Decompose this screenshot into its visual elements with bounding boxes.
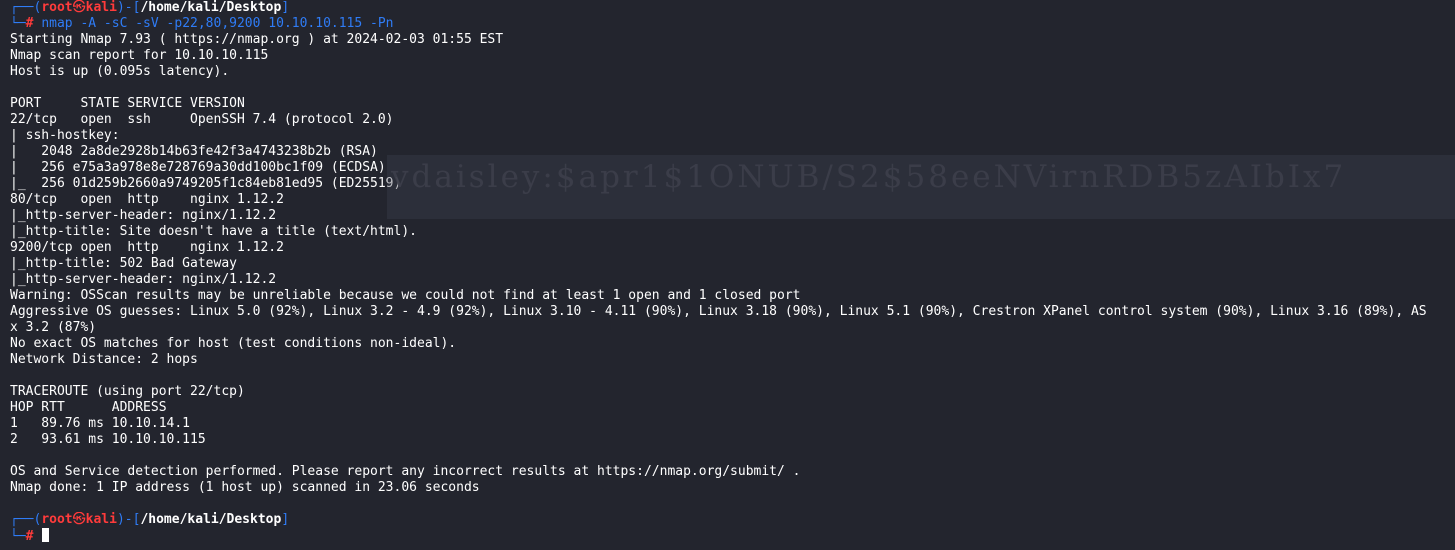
output-line: TRACEROUTE (using port 22/tcp) [10, 384, 245, 399]
prompt-host: kali [85, 512, 117, 527]
prompt-frame: ┌──( [10, 0, 42, 15]
output-line: Warning: OSScan results may be unreliabl… [10, 288, 801, 303]
prompt-frame: ] [281, 0, 290, 15]
prompt-symbol: # [25, 529, 34, 544]
prompt-cwd: /home/kali/Desktop [140, 512, 282, 527]
prompt-frame: )-[ [116, 0, 141, 15]
output-line: 9200/tcp open http nginx 1.12.2 [10, 240, 284, 255]
prompt-line-top: ┌──(root㉿kali)-[/home/kali/Desktop] [10, 512, 1455, 528]
prompt-symbol: # [25, 16, 34, 31]
prompt-user: root [41, 512, 73, 527]
prompt-frame: ┌──( [10, 512, 42, 527]
terminal-window[interactable]: ┌──(root㉿kali)-[/home/kali/Desktop] └─# … [0, 0, 1455, 550]
prompt-line-top: ┌──(root㉿kali)-[/home/kali/Desktop] [10, 0, 1455, 16]
output-line: |_http-server-header: nginx/1.12.2 [10, 272, 277, 287]
output-line: Starting Nmap 7.93 ( https://nmap.org ) … [10, 32, 504, 47]
output-line: Nmap done: 1 IP address (1 host up) scan… [10, 480, 480, 495]
output-line: Host is up (0.095s latency). [10, 64, 230, 79]
prompt-cwd: /home/kali/Desktop [140, 0, 282, 15]
output-line: | ssh-hostkey: [10, 128, 128, 143]
output-line: HOP RTT ADDRESS [10, 400, 167, 415]
output-line: Nmap scan report for 10.10.10.115 [10, 48, 269, 63]
output-line: |_http-title: 502 Bad Gateway [10, 256, 237, 271]
output-line: 2 93.61 ms 10.10.10.115 [10, 432, 206, 447]
prompt-frame: └─ [10, 16, 26, 31]
prompt-frame: )-[ [116, 512, 141, 527]
terminal-output: ┌──(root㉿kali)-[/home/kali/Desktop] └─# … [10, 0, 1455, 544]
prompt-user: root [41, 0, 73, 15]
output-line: 22/tcp open ssh OpenSSH 7.4 (protocol 2.… [10, 112, 394, 127]
command-line: └─# nmap -A -sC -sV -p22,80,9200 10.10.1… [10, 16, 1455, 32]
output-line: PORT STATE SERVICE VERSION [10, 96, 245, 111]
overlay-banner: vdaisley:$apr1$1ONUB/S2$58eeNVirnRDB5zAI… [387, 155, 1455, 219]
command-text[interactable]: nmap -A -sC -sV -p22,80,9200 10.10.10.11… [41, 16, 393, 31]
overlay-hash-text: vdaisley:$apr1$1ONUB/S2$58eeNVirnRDB5zAI… [391, 159, 1347, 195]
output-line: Network Distance: 2 hops [10, 352, 198, 367]
output-line: x 3.2 (87%) [10, 320, 97, 335]
prompt-frame: ] [281, 512, 290, 527]
text-cursor[interactable] [42, 528, 50, 542]
prompt-frame: └─ [10, 529, 26, 544]
output-line: No exact OS matches for host (test condi… [10, 336, 457, 351]
skull-icon: ㉿ [72, 0, 86, 15]
skull-icon: ㉿ [72, 512, 86, 527]
output-line: OS and Service detection performed. Plea… [10, 464, 801, 479]
output-line: 1 89.76 ms 10.10.14.1 [10, 416, 191, 431]
output-line: |_http-title: Site doesn't have a title … [10, 224, 417, 239]
active-command-line[interactable]: └─# [10, 528, 1455, 544]
output-line: Aggressive OS guesses: Linux 5.0 (92%), … [10, 304, 1427, 319]
prompt-host: kali [85, 0, 117, 15]
